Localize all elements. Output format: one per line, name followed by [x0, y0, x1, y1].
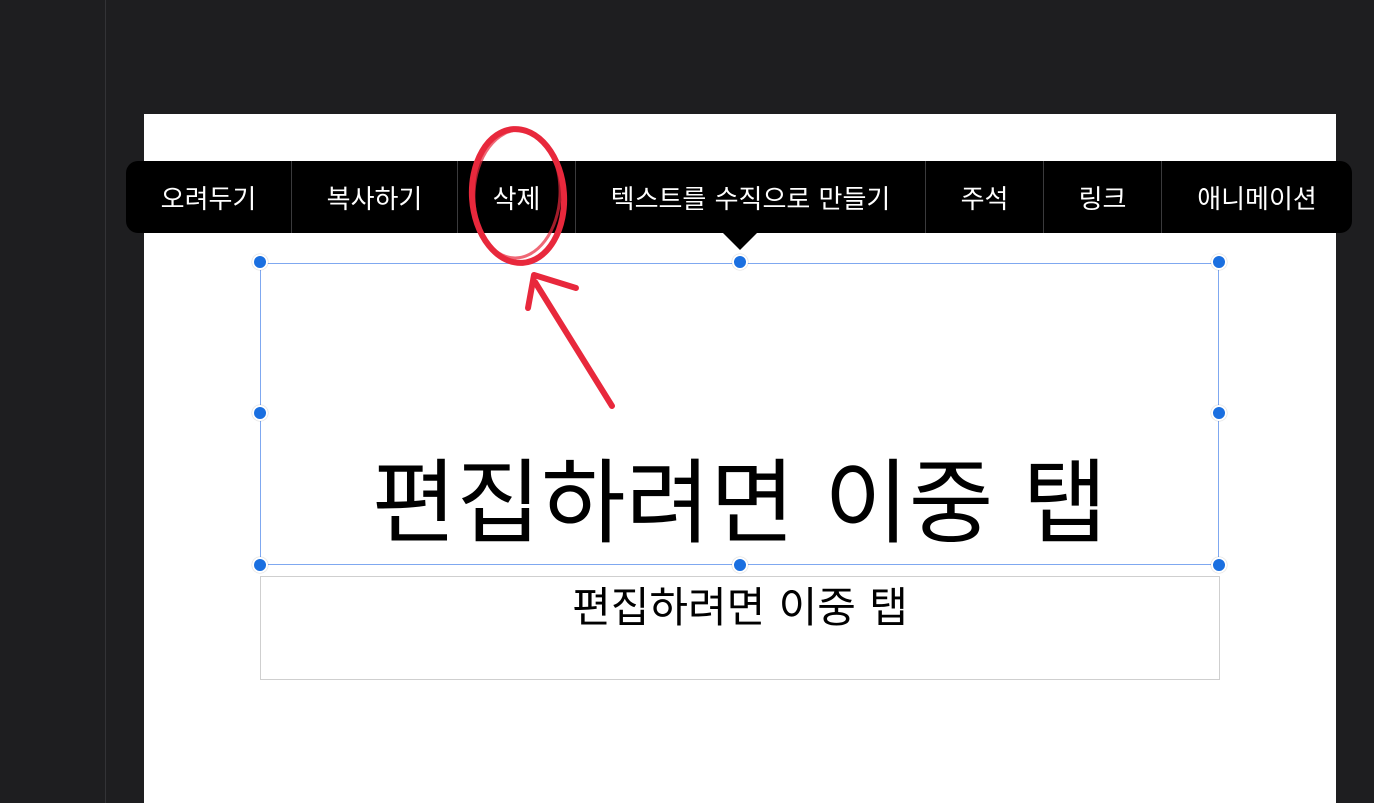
title-text-box-selected[interactable]: 편집하려면 이중 탭 — [260, 263, 1219, 565]
slide-subtitle: 편집하려면 이중 탭 — [572, 583, 908, 632]
resize-handle-top-right[interactable] — [1211, 254, 1227, 270]
slide-navigator-panel — [0, 0, 106, 803]
menu-item-copy[interactable]: 복사하기 — [292, 161, 458, 233]
resize-handle-bottom-left[interactable] — [252, 557, 268, 573]
menu-item-comment[interactable]: 주석 — [926, 161, 1044, 233]
resize-handle-bottom-right[interactable] — [1211, 557, 1227, 573]
resize-handle-top-left[interactable] — [252, 254, 268, 270]
menu-item-delete[interactable]: 삭제 — [458, 161, 576, 233]
context-menu: 오려두기 복사하기 삭제 텍스트를 수직으로 만들기 주석 링크 애니메이션 — [126, 161, 1352, 233]
menu-item-link[interactable]: 링크 — [1044, 161, 1162, 233]
slide-title: 편집하려면 이중 탭 — [371, 450, 1108, 557]
menu-item-cut[interactable]: 오려두기 — [126, 161, 292, 233]
menu-item-vertical-text[interactable]: 텍스트를 수직으로 만들기 — [576, 161, 926, 233]
resize-handle-bottom[interactable] — [732, 557, 748, 573]
subtitle-text-box[interactable]: 편집하려면 이중 탭 — [260, 576, 1220, 680]
resize-handle-top[interactable] — [732, 254, 748, 270]
resize-handle-left[interactable] — [252, 405, 268, 421]
resize-handle-right[interactable] — [1211, 405, 1227, 421]
menu-pointer-arrow — [722, 232, 758, 250]
menu-item-animation[interactable]: 애니메이션 — [1162, 161, 1352, 233]
